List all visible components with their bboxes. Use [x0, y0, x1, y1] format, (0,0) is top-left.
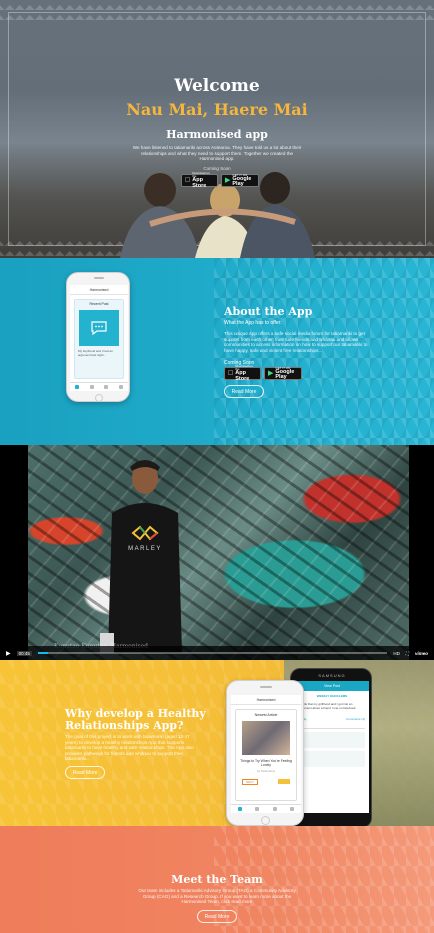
iphone-next-button[interactable]: NEXT — [242, 779, 259, 785]
phone-tabbar — [70, 382, 128, 391]
about-phone-screen: Harmonised Recent Post My boyfriend and … — [70, 285, 128, 391]
video-section[interactable]: MARLEY Kuputao Kuputao, Harmonised ▶ 00:… — [0, 445, 434, 660]
phone-speaker — [94, 277, 104, 279]
vimeo-logo[interactable]: vimeo — [415, 651, 428, 656]
about-read-more-button[interactable]: Read More — [224, 385, 264, 398]
about-google-play-badge[interactable]: ▶ GET IT ON Google Play — [264, 366, 302, 380]
video-frame[interactable]: MARLEY Kuputao Kuputao, Harmonised — [28, 445, 409, 660]
graffiti-background — [28, 445, 409, 660]
google-play-icon: ▶ — [225, 177, 231, 184]
video-time: 00:45 — [16, 650, 32, 656]
team-title: Meet the Team — [171, 873, 263, 886]
tab-search-icon — [89, 385, 94, 389]
samsung-post-name: WEEKLY KHOCLEMS — [316, 694, 348, 698]
tab-profile-icon — [118, 385, 123, 389]
hd-icon[interactable]: HD — [393, 651, 400, 656]
apple-badge-big: App Store — [187, 177, 214, 188]
apple-icon:  — [228, 370, 233, 377]
google-badge-big: Google Play — [275, 368, 295, 380]
samsung-comments[interactable]: Comments (4) — [346, 717, 365, 721]
why-description: The goal of this project is to work with… — [65, 734, 194, 762]
samsung-brand: SAMSUNG — [318, 673, 346, 678]
svg-text:MARLEY: MARLEY — [128, 546, 162, 552]
iphone-secondary-button[interactable] — [278, 779, 290, 784]
samsung-comment-row — [299, 750, 365, 767]
video-controls[interactable]: ▶ 00:45 HD ⛶ vimeo — [0, 646, 434, 660]
video-progress-fill — [37, 652, 49, 654]
team-description: Our team includes a Tatiamariki Advisory… — [138, 888, 296, 905]
about-app-store-badge[interactable]:  Download on the App Store — [224, 365, 261, 381]
iphone-card-caption: Things to Try When You're Feeling Lonely — [240, 759, 292, 767]
tab-profile-icon — [290, 807, 295, 811]
play-icon[interactable]: ▶ — [6, 650, 11, 657]
hero-google-play-badge[interactable]: ▶ GET IT ON Google Play — [221, 173, 259, 187]
phone-card-title: Recent Post — [89, 302, 109, 306]
phone-home-button — [95, 394, 103, 402]
samsung-screen: View Post WEEKLY KHOCLEMS I think that m… — [295, 681, 369, 813]
iphone-app-header: Harmonised — [231, 695, 301, 705]
hero-app-store-badge[interactable]:  Download on the App Store — [181, 172, 218, 188]
tab-search-icon — [255, 807, 260, 811]
hero-subtitle: Nau Mai, Haere Mai — [126, 100, 308, 119]
samsung-header: View Post — [295, 681, 369, 691]
phone-card-text: My boyfriend and I had an argument last … — [78, 349, 113, 357]
apple-icon:  — [185, 177, 190, 184]
hero-description: We have listened to tatiamariki across A… — [132, 145, 302, 162]
samsung-post-text: I think that my girlfriend and I got int… — [299, 702, 356, 710]
tab-add-icon — [272, 807, 277, 811]
phone-app-header: Harmonised — [70, 285, 128, 295]
apple-badge-big: App Store — [230, 370, 257, 381]
about-phone-mockup: Harmonised Recent Post My boyfriend and … — [66, 272, 130, 402]
chat-bubble-icon — [91, 321, 107, 336]
iphone-article-image — [242, 721, 290, 755]
iphone-article-card: Newest Article Things to Try When You're… — [235, 709, 297, 801]
samsung-comment-row — [299, 731, 365, 748]
why-iphone-mockup: Harmonised Newest Article Things to Try … — [226, 680, 304, 826]
tab-home-icon — [237, 807, 242, 811]
why-title: Why develop a Healthy Relationships App? — [65, 707, 206, 732]
hero-app-name: Harmonised app — [166, 128, 268, 141]
google-play-icon: ▶ — [268, 370, 274, 377]
hero-photo-people — [120, 172, 315, 258]
iphone-card-title: Newest Article — [254, 713, 278, 717]
about-lead: What the App has to offer: — [224, 320, 282, 326]
tab-home-icon — [75, 385, 80, 389]
fullscreen-icon[interactable]: ⛶ — [406, 651, 409, 656]
about-description: This unique App offers a safe social med… — [224, 331, 368, 353]
team-read-more-button[interactable]: Read More — [197, 910, 237, 923]
google-badge-big: Google Play — [232, 175, 252, 187]
hero-coming-soon: Coming Soon — [203, 166, 231, 171]
hero-section: Welcome Nau Mai, Haere Mai Harmonised ap… — [0, 0, 434, 258]
video-person: MARLEY — [100, 460, 182, 653]
iphone-home-button — [261, 816, 270, 825]
about-title: About the App — [224, 305, 313, 318]
hero-title: Welcome — [174, 76, 260, 96]
why-iphone-screen: Harmonised Newest Article Things to Try … — [231, 695, 301, 813]
phone-post-card: Recent Post My boyfriend and I had an ar… — [74, 299, 124, 379]
why-read-more-button[interactable]: Read More — [65, 766, 105, 779]
video-progress-bar[interactable] — [37, 652, 388, 654]
tab-add-icon — [104, 385, 109, 389]
